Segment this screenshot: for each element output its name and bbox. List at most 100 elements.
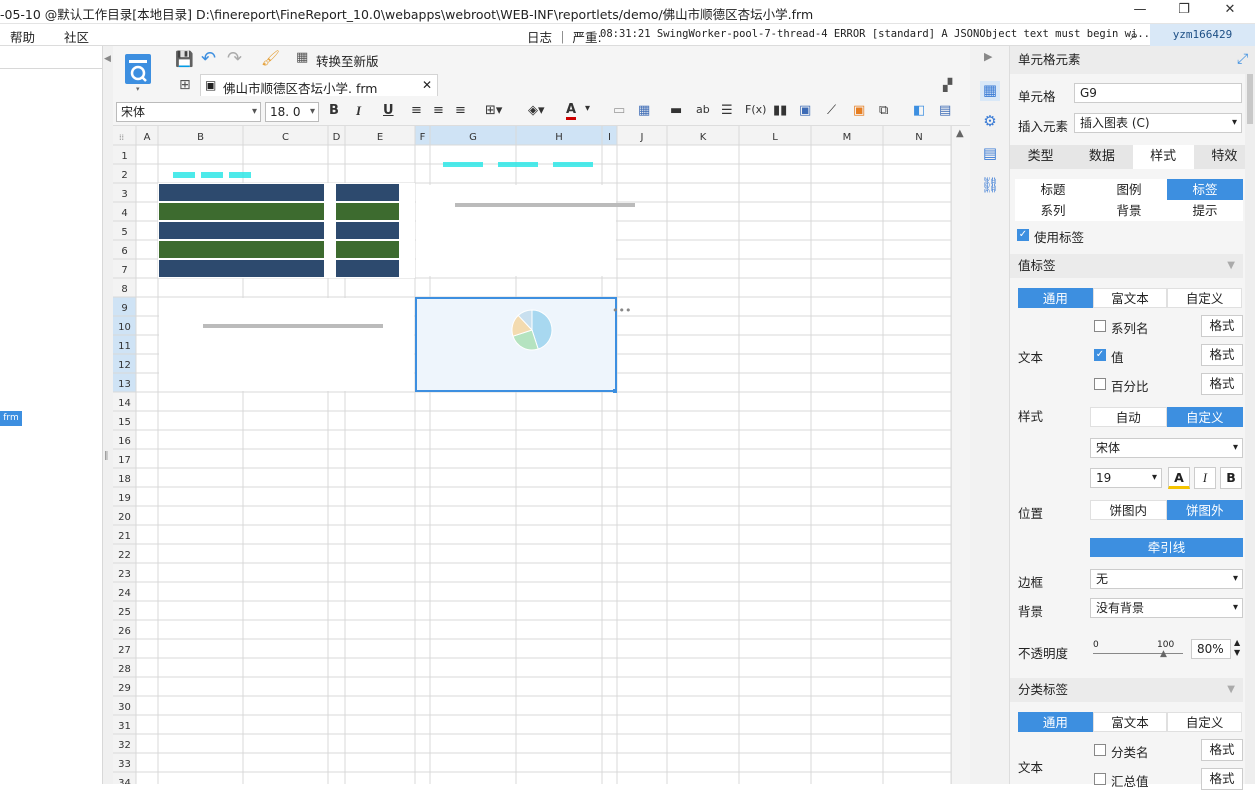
collapse-left-icon[interactable]: ◀ [104,54,111,64]
sub-report-icon[interactable]: ⧉ [879,103,888,118]
format-button[interactable]: 格式 [1201,344,1243,366]
category-name-checkbox[interactable] [1094,744,1106,756]
subtab-title[interactable]: 标题 [1015,179,1091,200]
insert-element-select[interactable]: 插入图表 (C) ▾ [1074,113,1242,133]
search-icon[interactable]: ⌕ [1130,26,1138,44]
style-auto[interactable]: 自动 [1090,407,1167,427]
convert-button[interactable]: 转换至新版 [316,51,379,70]
italic-button[interactable]: I [356,103,361,119]
subtab-legend[interactable]: 图例 [1091,179,1167,200]
total-value-checkbox[interactable] [1094,773,1106,785]
chevron-down-icon[interactable]: ▾ [585,103,590,114]
label-bold-button[interactable]: B [1220,467,1242,489]
splitter-grip-icon[interactable]: ‖ [104,451,109,461]
tab-style[interactable]: 样式 [1132,145,1194,169]
formula-icon[interactable]: F(x) [745,103,766,116]
slider-thumb-icon[interactable]: ▲ [1160,649,1167,659]
value-checkbox[interactable]: ✓ [1094,349,1106,361]
minimize-button[interactable]: — [1130,2,1150,20]
spreadsheet[interactable]: A B C D E F G H I J K L M N ⁞⁞ 1 2 3 4 5 6 7 8 9 10 11 12 13 14 15 16 1… [113,126,970,784]
slash-icon[interactable]: ⟋ [827,103,836,118]
report-icon[interactable]: ▾ [123,52,153,92]
table-icon[interactable]: ▦ [638,103,650,118]
sheet-grid[interactable]: A B C D E F G H I J K L M N⁞⁞123456789101112131415161… [113,126,970,784]
save-icon[interactable]: 💾 [175,50,194,68]
align-right-icon[interactable]: ≡ [455,103,466,118]
close-button[interactable]: ✕ [1220,2,1240,20]
value-label-section[interactable]: 值标签 ▼ [1010,254,1243,278]
opacity-slider[interactable] [1093,653,1183,654]
panel-scrollbar[interactable] [1245,74,1255,784]
text-icon[interactable]: ab [696,103,710,116]
vertical-scrollbar[interactable]: ▲ [951,126,970,784]
scroll-up-icon[interactable]: ▲ [956,128,964,139]
align-left-icon[interactable]: ≡ [411,103,422,118]
format-button[interactable]: 格式 [1201,768,1243,790]
widget-icon[interactable]: ▤ [980,144,1000,164]
freeze-icon[interactable]: ▭ [613,103,625,118]
mode-custom[interactable]: 自定义 [1167,712,1243,732]
format-button[interactable]: 格式 [1201,739,1243,761]
font-color-icon[interactable]: A [566,103,577,120]
undo-icon[interactable]: ↶ [201,48,216,69]
brush-icon[interactable]: 🖌 [261,49,280,67]
label-size-select[interactable]: 19 ▾ [1090,468,1162,488]
leader-line-button[interactable]: 牵引线 [1090,538,1243,557]
mode-general[interactable]: 通用 [1018,712,1093,732]
use-label-checkbox[interactable]: ✓ [1017,229,1029,241]
subtab-series[interactable]: 系列 [1015,200,1091,221]
background-select[interactable]: 没有背景 ▾ [1090,598,1243,618]
spinner-icon[interactable]: ▲ ▼ [1234,638,1240,658]
style-custom[interactable]: 自定义 [1166,407,1243,427]
border-select[interactable]: 无 ▾ [1090,569,1243,589]
scrollbar-thumb[interactable] [1247,74,1253,124]
username-badge[interactable]: yzm166429 [1150,24,1255,46]
label-color-button[interactable]: A [1168,467,1190,489]
format-button[interactable]: 格式 [1201,315,1243,337]
label-font-select[interactable]: 宋体 ▾ [1090,438,1243,458]
log-label[interactable]: 日志 ｜ 严重: [527,27,602,46]
list-icon[interactable]: ▤ [939,103,951,118]
cell-attribute-icon[interactable]: ▦ [980,81,1000,101]
document-tab[interactable]: ▣ 佛山市顺德区杏坛小学. frm ✕ [200,74,438,96]
subtab-label[interactable]: 标签 [1167,179,1243,200]
merge-icon[interactable]: ▬ [670,103,682,118]
chart-icon[interactable]: ▮▮ [773,103,787,118]
link-icon[interactable]: ⛓ [980,176,1000,196]
frm-tag[interactable]: frm [0,411,22,426]
font-size-select[interactable]: 18. 0 ▾ [265,102,319,122]
tab-data[interactable]: 数据 [1071,145,1132,169]
close-tab-icon[interactable]: ✕ [422,78,432,92]
mode-richtext[interactable]: 富文本 [1092,712,1168,732]
convert-icon[interactable]: ▦ [296,50,308,65]
redo-icon[interactable]: ↷ [227,48,242,69]
paragraph-icon[interactable]: ☰ [721,103,733,118]
panel-icon[interactable]: ◧ [913,103,925,118]
image-icon[interactable]: ▣ [799,103,811,118]
grid-view-icon[interactable]: ⊞ [179,77,191,93]
panel-splitter[interactable]: ◀ ‖ [103,46,113,784]
subtab-tooltip[interactable]: 提示 [1167,200,1243,221]
label-italic-button[interactable]: I [1194,467,1216,489]
tab-type[interactable]: 类型 [1010,145,1071,169]
mode-general[interactable]: 通用 [1018,288,1093,308]
bold-button[interactable]: B [329,103,339,118]
condition-icon[interactable]: ⚙ [980,112,1000,132]
font-family-select[interactable]: 宋体 ▾ [116,102,261,122]
menu-help[interactable]: 帮助 [10,27,35,46]
fill-color-icon[interactable]: ◈▾ [528,103,545,118]
align-center-icon[interactable]: ≡ [433,103,444,118]
format-button[interactable]: 格式 [1201,373,1243,395]
underline-button[interactable]: U [383,103,394,118]
category-label-section[interactable]: 分类标签 ▼ [1010,678,1243,702]
cell-input[interactable]: G9 [1074,83,1242,103]
tab-menu-icon[interactable]: ▞ [943,78,952,92]
expand-arrow-icon[interactable]: ▶ [984,50,992,63]
position-inside[interactable]: 饼图内 [1090,500,1167,520]
subtab-background[interactable]: 背景 [1091,200,1167,221]
percent-checkbox[interactable] [1094,378,1106,390]
picture-icon[interactable]: ▣ [853,103,865,118]
position-outside[interactable]: 饼图外 [1166,500,1243,520]
mode-custom[interactable]: 自定义 [1167,288,1243,308]
opacity-input[interactable]: 80% [1191,639,1231,659]
